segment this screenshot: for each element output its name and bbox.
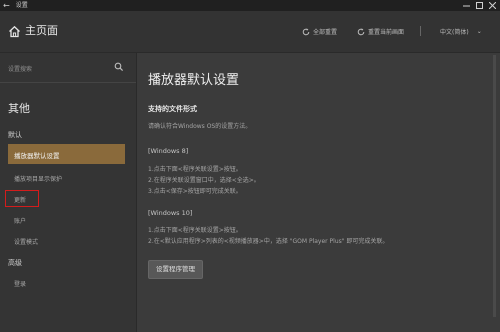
home-icon [9,25,20,37]
search-icon[interactable] [114,62,124,72]
search-input[interactable]: 设置搜索 [8,64,32,73]
header: 主页面 全部重置 重置当前画面 中文(简体) ⌄ [0,11,500,53]
sidebar-section-advanced: 高级 [8,259,22,267]
sidebar-item-account[interactable]: 账户 [14,216,26,225]
sidebar-section-default: 默认 [8,131,22,139]
maximize-icon[interactable] [473,0,485,11]
main-content: 播放器默认设置 支持的文件形式 请确认符合Windows OS的设置方法。 [W… [138,53,500,332]
intro-text: 请确认符合Windows OS的设置方法。 [148,123,252,130]
reset-all-label: 全部重置 [313,29,338,36]
home-label: 主页面 [25,24,58,37]
sidebar-item-setting-mode[interactable]: 设置模式 [14,237,38,246]
search-bar[interactable]: 设置搜索 [0,53,136,83]
sidebar-item-player-default[interactable]: 播放器默认设置 [8,144,125,164]
back-arrow-icon[interactable]: ← [3,0,10,11]
header-divider [420,26,421,36]
sidebar: 设置搜索 其他 默认 播放器默认设置 播放项目显示保护 更新 账户 设置模式 高… [0,53,137,332]
window-title: 设置 [15,2,28,9]
title-bar: ← 设置 [0,0,500,11]
language-value: 中文(简体) [440,29,469,36]
reset-current-label: 重置当前画面 [368,29,405,36]
win8-heading: [Windows 8] [148,147,189,155]
win8-step: 2.在程序关联设置窗口中，选择<全选>。 [148,177,260,184]
win10-step: 2.在<默认应用程序>列表的<视频播放器>中，选择 "GOM Player Pl… [148,238,389,245]
refresh-icon [357,28,365,35]
minimize-icon[interactable] [460,0,472,11]
chevron-down-icon: ⌄ [476,28,482,35]
win10-step: 1.点击下面<程序关联设置>按钮。 [148,227,242,234]
reset-all-button[interactable]: 全部重置 [302,27,337,36]
section-title: 支持的文件形式 [148,105,197,113]
sidebar-item-login[interactable]: 登录 [14,279,26,288]
language-select[interactable]: 中文(简体) ⌄ [440,27,482,36]
sidebar-title: 其他 [8,102,30,115]
sidebar-item-label: 播放器默认设置 [14,152,60,160]
sidebar-item-playback-protect[interactable]: 播放项目显示保护 [14,174,62,183]
close-icon[interactable] [486,0,498,11]
win8-step: 3.点击<保存>按钮即可完成关联。 [148,188,242,195]
page-title: 播放器默认设置 [148,73,240,88]
highlight-box [5,190,39,207]
scrollbar[interactable] [493,55,496,317]
win8-step: 1.点击下面<程序关联设置>按钮。 [148,166,242,173]
program-association-button[interactable]: 设置程序管理 [148,260,203,279]
win10-heading: [Windows 10] [148,209,193,217]
reset-current-button[interactable]: 重置当前画面 [357,27,404,36]
refresh-icon [302,28,310,35]
home-button[interactable]: 主页面 [8,24,58,38]
